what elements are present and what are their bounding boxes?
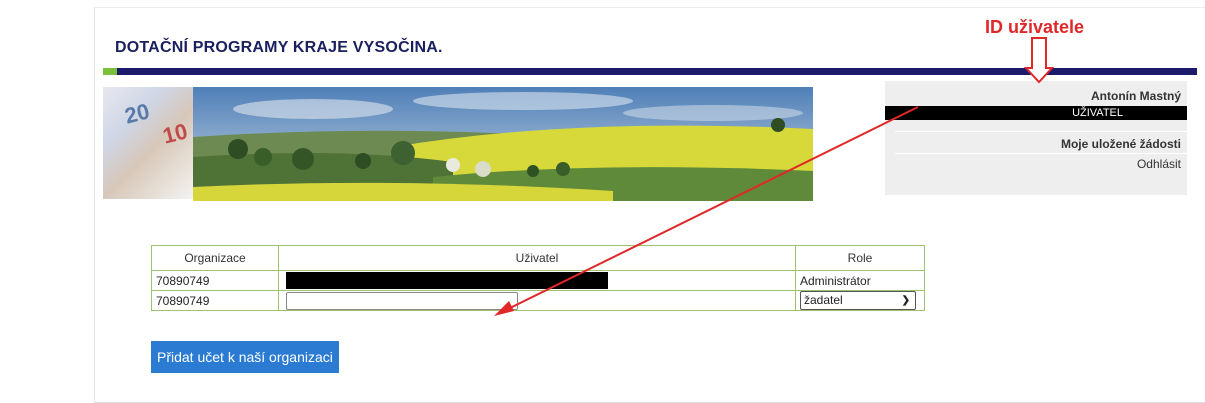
cell-role: žadatel ❯ <box>795 290 925 311</box>
header-accent-bar <box>103 68 117 75</box>
annotation-label: ID uživatele <box>985 17 1085 37</box>
user-panel-divider <box>895 131 1187 132</box>
user-name: Antonín Mastný <box>1091 89 1181 103</box>
cell-organization: 70890749 <box>151 290 279 311</box>
organization-users-table: Organizace Uživatel Role 70890749 Admini… <box>151 245 925 311</box>
user-panel-divider <box>895 153 1187 154</box>
header-divider-bar <box>117 68 1197 75</box>
cell-organization: 70890749 <box>151 270 279 291</box>
add-account-button[interactable]: Přidat učet k naší organizaci <box>151 341 339 373</box>
table-header-row: Organizace Uživatel Role <box>151 245 925 271</box>
saved-requests-link[interactable]: Moje uložené žádosti <box>1061 137 1181 151</box>
column-header-user: Uživatel <box>278 245 796 271</box>
banner-money-image: 20 10 <box>103 87 193 199</box>
banner-landscape-image <box>193 87 813 201</box>
page-title: DOTAČNÍ PROGRAMY KRAJE VYSOČINA. <box>115 39 443 56</box>
cell-user <box>278 290 796 311</box>
cell-role: Administrátor <box>795 270 925 291</box>
redacted-user-block <box>286 272 608 289</box>
cell-user <box>278 270 796 291</box>
logout-link[interactable]: Odhlásit <box>1137 157 1181 171</box>
user-panel: Antonín Mastný UŽIVATEL Moje uložené žád… <box>885 81 1187 195</box>
role-select[interactable]: žadatel ❯ <box>800 291 916 310</box>
user-id-input[interactable] <box>286 291 518 310</box>
chevron-down-icon: ❯ <box>901 295 910 306</box>
page-container: DOTAČNÍ PROGRAMY KRAJE VYSOČINA. 20 10 A… <box>94 7 1205 403</box>
money-note-20: 20 <box>122 98 153 129</box>
user-role-bar: UŽIVATEL <box>885 106 1187 120</box>
table-row: 70890749 žadatel ❯ <box>151 290 925 311</box>
role-select-value: žadatel <box>804 293 843 307</box>
table-row: 70890749 Administrátor <box>151 270 925 291</box>
column-header-organization: Organizace <box>151 245 279 271</box>
money-note-10: 10 <box>160 118 191 149</box>
user-role-label: UŽIVATEL <box>1072 107 1123 119</box>
column-header-role: Role <box>795 245 925 271</box>
